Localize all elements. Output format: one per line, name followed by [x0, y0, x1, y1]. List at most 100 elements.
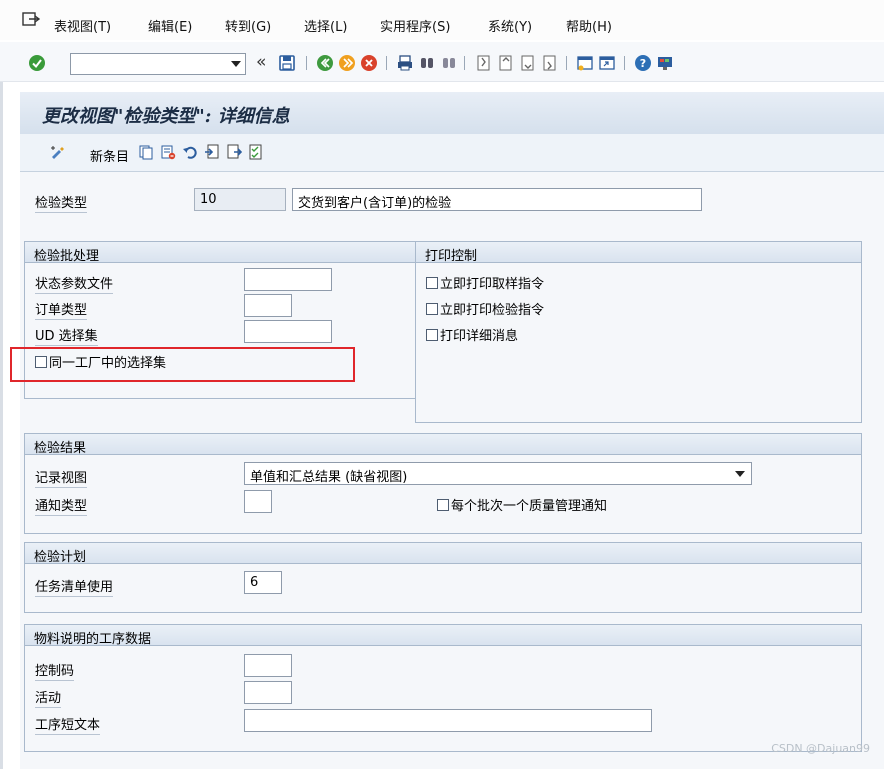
- copy-as-icon[interactable]: [138, 144, 154, 160]
- select-all-icon[interactable]: [248, 144, 264, 160]
- operation-data-group: 物料说明的工序数据 控制码 活动 工序短文本: [24, 624, 862, 752]
- print-detail-checkbox-row[interactable]: 打印详细消息: [426, 325, 518, 344]
- record-view-label: 记录视图: [35, 467, 88, 488]
- insp-type-value: 10: [200, 192, 217, 207]
- help-icon[interactable]: ?: [634, 54, 652, 72]
- insp-type-desc-value: 交货到客户(含订单)的检验: [298, 196, 452, 211]
- next-entry-icon[interactable]: [226, 144, 242, 160]
- menu-edit[interactable]: 编辑(E): [148, 16, 192, 35]
- menu-system[interactable]: 系统(Y): [488, 16, 532, 35]
- command-dropdown-arrow-icon[interactable]: [231, 61, 241, 67]
- group-title-operation-data: 物料说明的工序数据: [34, 632, 152, 647]
- status-profile-input[interactable]: [244, 268, 332, 291]
- menu-bar: 表视图(T) 编辑(E) 转到(G) 选择(L) 实用程序(S) 系统(Y) 帮…: [0, 0, 884, 40]
- notif-type-input[interactable]: [244, 490, 272, 513]
- group-header: 检验计划: [25, 543, 861, 565]
- toolbar-separator: [566, 56, 567, 70]
- display-change-icon[interactable]: [50, 144, 66, 160]
- next-page-icon[interactable]: [518, 54, 536, 72]
- find-icon[interactable]: [418, 54, 436, 72]
- results-group: 检验结果 记录视图 单值和汇总结果 (缺省视图) 通知类型 每个批次一个质量管理…: [24, 433, 862, 534]
- insp-type-desc-field[interactable]: 交货到客户(含订单)的检验: [292, 188, 702, 211]
- toolbar-separator: [386, 56, 387, 70]
- menu-table-view[interactable]: 表视图(T): [54, 16, 111, 35]
- one-notif-checkbox[interactable]: [437, 499, 449, 511]
- previous-page-icon[interactable]: [496, 54, 514, 72]
- print-control-group: 打印控制 立即打印取样指令 立即打印检验指令 打印详细消息: [415, 241, 862, 423]
- menu-help[interactable]: 帮助(H): [566, 16, 612, 35]
- print-inspection-label: 立即打印检验指令: [440, 303, 545, 318]
- toolbar-separator: [306, 56, 307, 70]
- print-detail-checkbox[interactable]: [426, 329, 438, 341]
- dropdown-arrow-icon[interactable]: [735, 471, 745, 477]
- create-session-icon[interactable]: [576, 54, 594, 72]
- activity-input[interactable]: [244, 681, 292, 704]
- menu-goto[interactable]: 转到(G): [225, 16, 271, 35]
- print-sample-label: 立即打印取样指令: [440, 277, 545, 292]
- detail-content: 检验类型 10 交货到客户(含订单)的检验 检验批处理 状态参数文件 订单类型 …: [20, 172, 884, 769]
- system-toolbar: « ?: [0, 42, 884, 82]
- toolbar-separator: [624, 56, 625, 70]
- command-field[interactable]: [70, 53, 246, 75]
- ud-set-label: UD 选择集: [35, 325, 98, 346]
- first-page-icon[interactable]: [474, 54, 492, 72]
- enter-check-icon[interactable]: [28, 54, 46, 72]
- highlight-annotation: [10, 347, 355, 382]
- svg-text:?: ?: [640, 57, 646, 70]
- insp-type-label: 检验类型: [35, 192, 88, 213]
- find-next-icon[interactable]: [440, 54, 458, 72]
- ud-set-input[interactable]: [244, 320, 332, 343]
- last-page-icon[interactable]: [540, 54, 558, 72]
- task-list-value: 6: [250, 575, 259, 590]
- customize-layout-icon[interactable]: [656, 54, 674, 72]
- application-toolbar: 新条目: [20, 134, 884, 172]
- new-entries-button[interactable]: 新条目: [90, 146, 129, 165]
- print-sample-checkbox[interactable]: [426, 277, 438, 289]
- one-notif-label: 每个批次一个质量管理通知: [451, 499, 608, 514]
- one-notif-checkbox-row[interactable]: 每个批次一个质量管理通知: [437, 495, 607, 514]
- print-sample-checkbox-row[interactable]: 立即打印取样指令: [426, 273, 544, 292]
- group-title-print-control: 打印控制: [425, 249, 478, 264]
- print-inspection-checkbox-row[interactable]: 立即打印检验指令: [426, 299, 544, 318]
- page-title: 更改视图"检验类型": 详细信息: [42, 106, 290, 127]
- print-inspection-checkbox[interactable]: [426, 303, 438, 315]
- task-list-label: 任务清单使用: [35, 576, 114, 597]
- control-key-input[interactable]: [244, 654, 292, 677]
- group-title-lot-processing: 检验批处理: [34, 249, 100, 264]
- op-text-label: 工序短文本: [35, 714, 101, 735]
- left-gutter: [0, 82, 3, 769]
- record-view-select[interactable]: 单值和汇总结果 (缺省视图): [244, 462, 752, 485]
- group-title-plan: 检验计划: [34, 550, 87, 565]
- menu-exit-icon[interactable]: [22, 11, 40, 27]
- print-detail-label: 打印详细消息: [440, 329, 519, 344]
- op-text-input[interactable]: [244, 709, 652, 732]
- generate-shortcut-icon[interactable]: [598, 54, 616, 72]
- cancel-icon[interactable]: [360, 54, 378, 72]
- title-area: 更改视图"检验类型": 详细信息: [20, 92, 884, 134]
- history-nav-icon[interactable]: «: [256, 52, 266, 72]
- previous-entry-icon[interactable]: [204, 144, 220, 160]
- order-type-input[interactable]: [244, 294, 292, 317]
- menu-selection[interactable]: 选择(L): [304, 16, 347, 35]
- order-type-label: 订单类型: [35, 299, 88, 320]
- group-header: 打印控制: [416, 242, 861, 264]
- notif-type-label: 通知类型: [35, 495, 88, 516]
- group-header: 检验结果: [25, 434, 861, 456]
- exit-icon[interactable]: [338, 54, 356, 72]
- activity-label: 活动: [35, 687, 62, 708]
- group-header: 物料说明的工序数据: [25, 625, 861, 647]
- print-icon[interactable]: [396, 54, 414, 72]
- delete-icon[interactable]: [160, 144, 176, 160]
- status-profile-label: 状态参数文件: [35, 273, 114, 294]
- back-icon[interactable]: [316, 54, 334, 72]
- menu-utilities[interactable]: 实用程序(S): [380, 16, 450, 35]
- group-header: 检验批处理: [25, 242, 415, 264]
- save-icon[interactable]: [278, 54, 296, 72]
- plan-group: 检验计划 任务清单使用 6: [24, 542, 862, 613]
- insp-type-field: 10: [194, 188, 286, 211]
- undo-change-icon[interactable]: [182, 144, 198, 160]
- watermark: CSDN @Dajuan99: [771, 742, 870, 755]
- task-list-input[interactable]: 6: [244, 571, 282, 594]
- toolbar-separator: [464, 56, 465, 70]
- record-view-value: 单值和汇总结果 (缺省视图): [250, 470, 408, 485]
